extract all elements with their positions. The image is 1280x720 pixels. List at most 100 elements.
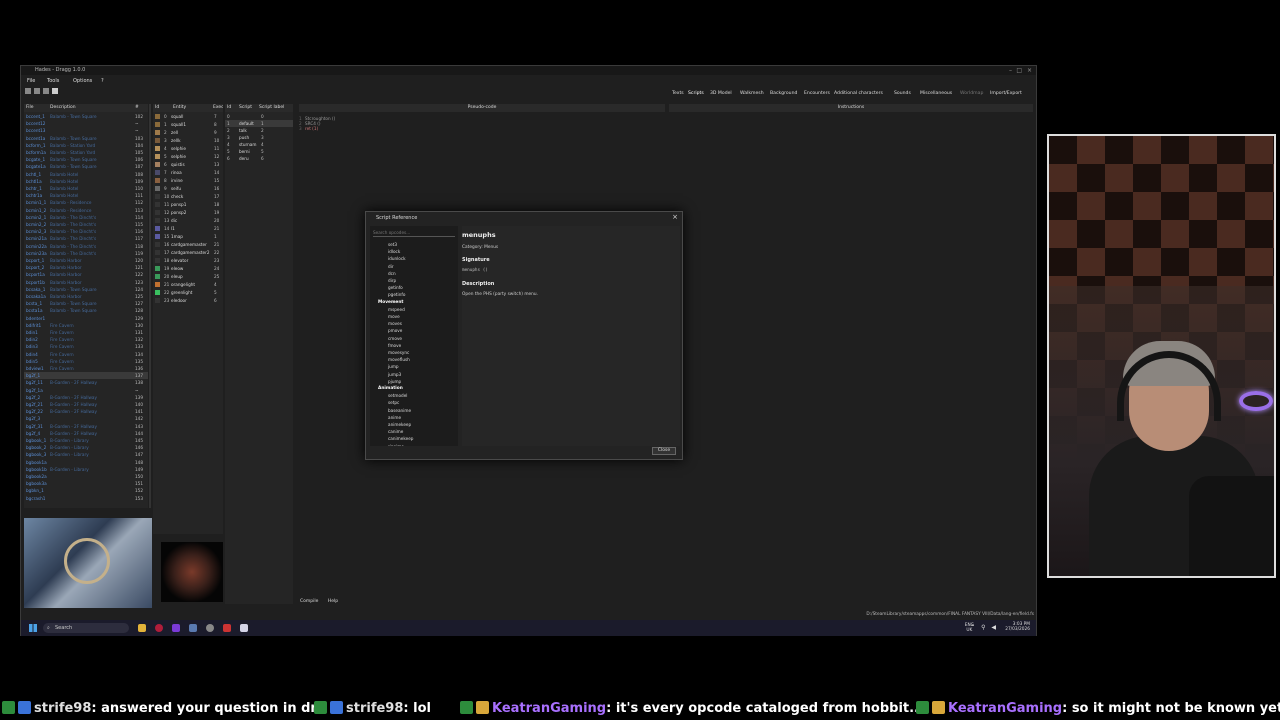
opcode-item[interactable]: setpc bbox=[388, 400, 399, 405]
file-row[interactable]: bdin2 Fire Cavern 132 bbox=[24, 336, 148, 343]
opcode-tree[interactable]: Search opcodes... set3 idlock idunlock dir d… bbox=[370, 226, 458, 446]
script-row[interactable]: 3 push 3 bbox=[225, 134, 293, 141]
file-row[interactable]: bg2f_3 142 bbox=[24, 415, 148, 422]
col-script[interactable]: Script bbox=[239, 104, 252, 112]
opcode-item[interactable]: jump bbox=[388, 364, 399, 369]
opcode-item[interactable]: set3 bbox=[388, 242, 397, 247]
entity-row[interactable]: 3 zellk 10 bbox=[153, 137, 223, 144]
file-row[interactable]: bccent_1 Balamb - Town Square 102 bbox=[24, 113, 148, 120]
file-row[interactable]: bcmin2_3 Balamb - The Dincht's 116 bbox=[24, 228, 148, 235]
opcode-item[interactable]: dcn bbox=[388, 271, 396, 276]
opcode-item[interactable]: dir bbox=[388, 264, 394, 269]
file-row[interactable]: bcmin23a Balamb - The Dincht's 119 bbox=[24, 250, 148, 257]
opcode-group-animation[interactable]: Animation bbox=[378, 386, 403, 391]
entity-row[interactable]: 19 eleow 24 bbox=[153, 265, 223, 272]
entity-row[interactable]: 10 check 17 bbox=[153, 193, 223, 200]
tab-worldmap[interactable]: Worldmap bbox=[960, 89, 983, 99]
file-row[interactable]: bgbook_2 B-Garden - Library 146 bbox=[24, 444, 148, 451]
script-row[interactable]: 4 sturnam 4 bbox=[225, 141, 293, 148]
opcode-item[interactable]: pmove bbox=[388, 328, 402, 333]
help-button[interactable]: Help bbox=[328, 599, 338, 604]
file-row[interactable]: bcmin2_1 Balamb - The Dincht's 114 bbox=[24, 214, 148, 221]
minimize-icon[interactable]: – bbox=[1009, 66, 1012, 75]
file-row[interactable]: bgbook_1 B-Garden - Library 145 bbox=[24, 437, 148, 444]
entity-row[interactable]: 18 elevator 23 bbox=[153, 257, 223, 264]
file-row[interactable]: bcmin1_2 Balamb - Residence 113 bbox=[24, 207, 148, 214]
file-row[interactable]: bccent12 ~ bbox=[24, 120, 148, 127]
file-row[interactable]: bcport1b Balamb Harbor 123 bbox=[24, 279, 148, 286]
file-row[interactable]: bcsaka1a Balamb Harbor 125 bbox=[24, 293, 148, 300]
file-row[interactable]: bg2f_1a ~ bbox=[24, 387, 148, 394]
file-row[interactable]: bchtr_1 Balamb Hotel 110 bbox=[24, 185, 148, 192]
media-icon[interactable] bbox=[223, 624, 231, 632]
close-button[interactable]: Close bbox=[652, 447, 676, 455]
opcode-item[interactable]: moves bbox=[388, 321, 402, 326]
file-row[interactable]: bg2f_21 B-Garden - 2F Hallway 140 bbox=[24, 401, 148, 408]
opcode-item[interactable]: baseanime bbox=[388, 408, 411, 413]
opcode-item[interactable]: rjanime bbox=[388, 444, 404, 446]
open-icon[interactable] bbox=[25, 88, 31, 94]
windows-start-icon[interactable] bbox=[29, 624, 37, 632]
file-row[interactable]: bccent1a Balamb - Town Square 103 bbox=[24, 135, 148, 142]
tab-additional-characters[interactable]: Additional characters bbox=[834, 89, 883, 99]
file-row[interactable]: bgbook1a 148 bbox=[24, 459, 148, 466]
file-row[interactable]: bcform_1 Balamb - Station Yard 104 bbox=[24, 142, 148, 149]
col-entity[interactable]: Entity bbox=[173, 104, 186, 112]
file-explorer-icon[interactable] bbox=[138, 624, 146, 632]
file-row[interactable]: bcform1a Balamb - Station Yard 105 bbox=[24, 149, 148, 156]
script-row[interactable]: 00 bbox=[225, 113, 293, 120]
file-row[interactable]: bchtl1a Balamb Hotel 109 bbox=[24, 178, 148, 185]
file-row[interactable]: bcsaka_1 Balamb - Town Square 124 bbox=[24, 286, 148, 293]
file-row[interactable]: bcmin22a Balamb - The Dincht's 118 bbox=[24, 243, 148, 250]
opcode-group-movement[interactable]: Movement bbox=[378, 300, 403, 305]
file-row[interactable]: bchtr1a Balamb Hotel 111 bbox=[24, 192, 148, 199]
opcode-item[interactable]: dirp bbox=[388, 278, 396, 283]
clock[interactable]: 3:03 PM 27/03/2026 bbox=[1005, 622, 1030, 632]
file-row[interactable]: bg2f_11 B-Garden - 2F Hallway 138 bbox=[24, 379, 148, 386]
entity-row[interactable]: 9 seifu 16 bbox=[153, 185, 223, 192]
opcode-item[interactable]: canime bbox=[388, 429, 403, 434]
tab-import-export[interactable]: Import/Export bbox=[990, 89, 1022, 99]
entity-row[interactable]: 5 selphie 12 bbox=[153, 153, 223, 160]
entity-row[interactable]: 2 zell 9 bbox=[153, 129, 223, 136]
opcode-item[interactable]: setmodel bbox=[388, 393, 407, 398]
file-row[interactable]: bcmin21a Balamb - The Dincht's 117 bbox=[24, 235, 148, 242]
script-row[interactable]: 2 talk 2 bbox=[225, 127, 293, 134]
file-row[interactable]: bdifrit1 Fire Cavern 130 bbox=[24, 322, 148, 329]
file-row[interactable]: bcsta1a Balamb - Town Square 128 bbox=[24, 307, 148, 314]
file-row[interactable]: bgbook1b B-Garden - Library 149 bbox=[24, 466, 148, 473]
file-row[interactable]: bgcrash1 153 bbox=[24, 495, 148, 502]
opcode-item[interactable]: fmove bbox=[388, 343, 401, 348]
game-icon[interactable] bbox=[240, 624, 248, 632]
menu-options[interactable]: Options bbox=[73, 76, 92, 86]
opcode-search-input[interactable]: Search opcodes... bbox=[373, 230, 455, 237]
file-row[interactable]: bcport_1 Balamb Harbor 120 bbox=[24, 257, 148, 264]
file-row[interactable]: bg2f_31 B-Garden - 2F Hallway 143 bbox=[24, 423, 148, 430]
entity-row[interactable]: 20 eleup 25 bbox=[153, 273, 223, 280]
taskbar-search[interactable]: ⌕ Search bbox=[43, 623, 129, 633]
steam-icon[interactable] bbox=[189, 624, 197, 632]
opcode-item[interactable]: moveflush bbox=[388, 357, 410, 362]
file-row[interactable]: bgbook2a 150 bbox=[24, 473, 148, 480]
opcode-item[interactable]: movesync bbox=[388, 350, 409, 355]
opcode-item[interactable]: animekeep bbox=[388, 422, 411, 427]
entity-row[interactable]: 7 rinoa 14 bbox=[153, 169, 223, 176]
col-file[interactable]: File bbox=[26, 104, 34, 112]
script-row[interactable]: 1 default 1 bbox=[225, 120, 293, 127]
tab-background[interactable]: Background bbox=[770, 89, 797, 99]
file-row[interactable]: bgbook3a 151 bbox=[24, 480, 148, 487]
entity-row[interactable]: 16 cardgamemaster 21 bbox=[153, 241, 223, 248]
tab-miscellaneous[interactable]: Miscellaneous bbox=[920, 89, 952, 99]
file-row[interactable]: bcgate_1 Balamb - Town Square 106 bbox=[24, 156, 148, 163]
opcode-item[interactable]: jump3 bbox=[388, 372, 401, 377]
script-row[interactable]: 5 berni 5 bbox=[225, 148, 293, 155]
opcode-item[interactable]: pjump bbox=[388, 379, 401, 384]
opcode-item[interactable]: getinfo bbox=[388, 285, 403, 290]
entity-row[interactable]: 6 quistis 13 bbox=[153, 161, 223, 168]
opcode-item[interactable]: idunlock bbox=[388, 256, 406, 261]
menu-file[interactable]: File bbox=[27, 76, 35, 86]
entity-row[interactable]: 1 squall1 8 bbox=[153, 121, 223, 128]
file-row[interactable]: bcsta_1 Balamb - Town Square 127 bbox=[24, 300, 148, 307]
entity-row[interactable]: 17 cardgamemaster2 22 bbox=[153, 249, 223, 256]
opcode-item[interactable]: idlock bbox=[388, 249, 400, 254]
